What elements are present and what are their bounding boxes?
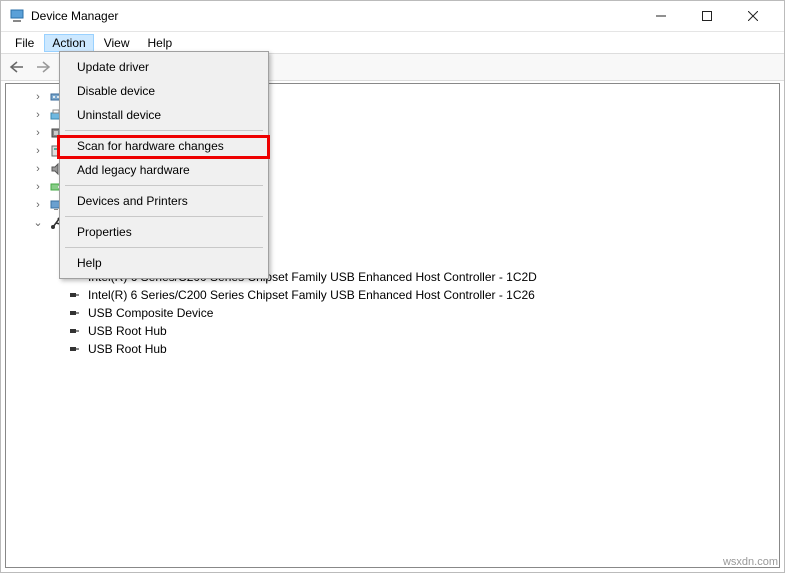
menu-add-legacy[interactable]: Add legacy hardware bbox=[63, 158, 265, 182]
menu-separator bbox=[65, 185, 263, 186]
tree-label: USB Composite Device bbox=[86, 306, 215, 320]
menu-update-driver[interactable]: Update driver bbox=[63, 55, 265, 79]
chevron-right-icon[interactable]: › bbox=[32, 128, 44, 139]
tree-item-usb-root-hub[interactable]: USB Root Hub bbox=[14, 340, 779, 358]
menubar: File Action View Help bbox=[1, 31, 784, 53]
minimize-button[interactable] bbox=[638, 1, 684, 31]
menu-separator bbox=[65, 130, 263, 131]
chevron-right-icon[interactable]: › bbox=[32, 164, 44, 175]
maximize-button[interactable] bbox=[684, 1, 730, 31]
usb-plug-icon bbox=[66, 287, 82, 303]
chevron-right-icon[interactable]: › bbox=[32, 146, 44, 157]
chevron-right-icon[interactable]: › bbox=[32, 110, 44, 121]
menu-properties[interactable]: Properties bbox=[63, 220, 265, 244]
tree-label: Intel(R) 6 Series/C200 Series Chipset Fa… bbox=[86, 288, 537, 302]
usb-plug-icon bbox=[66, 341, 82, 357]
tree-item-usb-root-hub[interactable]: USB Root Hub bbox=[14, 322, 779, 340]
tree-label: USB Root Hub bbox=[86, 324, 169, 338]
usb-plug-icon bbox=[66, 305, 82, 321]
action-menu-dropdown: Update driver Disable device Uninstall d… bbox=[59, 51, 269, 279]
menu-view[interactable]: View bbox=[96, 34, 138, 52]
tree-item-usb-composite[interactable]: USB Composite Device bbox=[14, 304, 779, 322]
close-button[interactable] bbox=[730, 1, 776, 31]
menu-separator bbox=[65, 216, 263, 217]
chevron-right-icon[interactable]: › bbox=[32, 200, 44, 211]
menu-help[interactable]: Help bbox=[63, 251, 265, 275]
menu-disable-device[interactable]: Disable device bbox=[63, 79, 265, 103]
menu-separator bbox=[65, 247, 263, 248]
tree-label: USB Root Hub bbox=[86, 342, 169, 356]
back-button[interactable] bbox=[7, 60, 25, 74]
chevron-down-icon[interactable]: ⌄ bbox=[32, 218, 44, 229]
menu-devices-printers[interactable]: Devices and Printers bbox=[63, 189, 265, 213]
chevron-right-icon[interactable]: › bbox=[32, 92, 44, 103]
menu-scan-hardware[interactable]: Scan for hardware changes bbox=[63, 134, 265, 158]
app-icon bbox=[9, 8, 25, 24]
watermark: wsxdn.com bbox=[723, 556, 778, 568]
menu-uninstall-device[interactable]: Uninstall device bbox=[63, 103, 265, 127]
titlebar: Device Manager bbox=[1, 1, 784, 31]
menu-help[interactable]: Help bbox=[140, 34, 181, 52]
usb-plug-icon bbox=[66, 323, 82, 339]
chevron-right-icon[interactable]: › bbox=[32, 182, 44, 193]
tree-item-intel-controller[interactable]: Intel(R) 6 Series/C200 Series Chipset Fa… bbox=[14, 286, 779, 304]
menu-action[interactable]: Action bbox=[44, 34, 93, 52]
window-controls bbox=[638, 1, 776, 31]
window-title: Device Manager bbox=[31, 9, 638, 23]
menu-file[interactable]: File bbox=[7, 34, 42, 52]
forward-button[interactable] bbox=[35, 60, 53, 74]
